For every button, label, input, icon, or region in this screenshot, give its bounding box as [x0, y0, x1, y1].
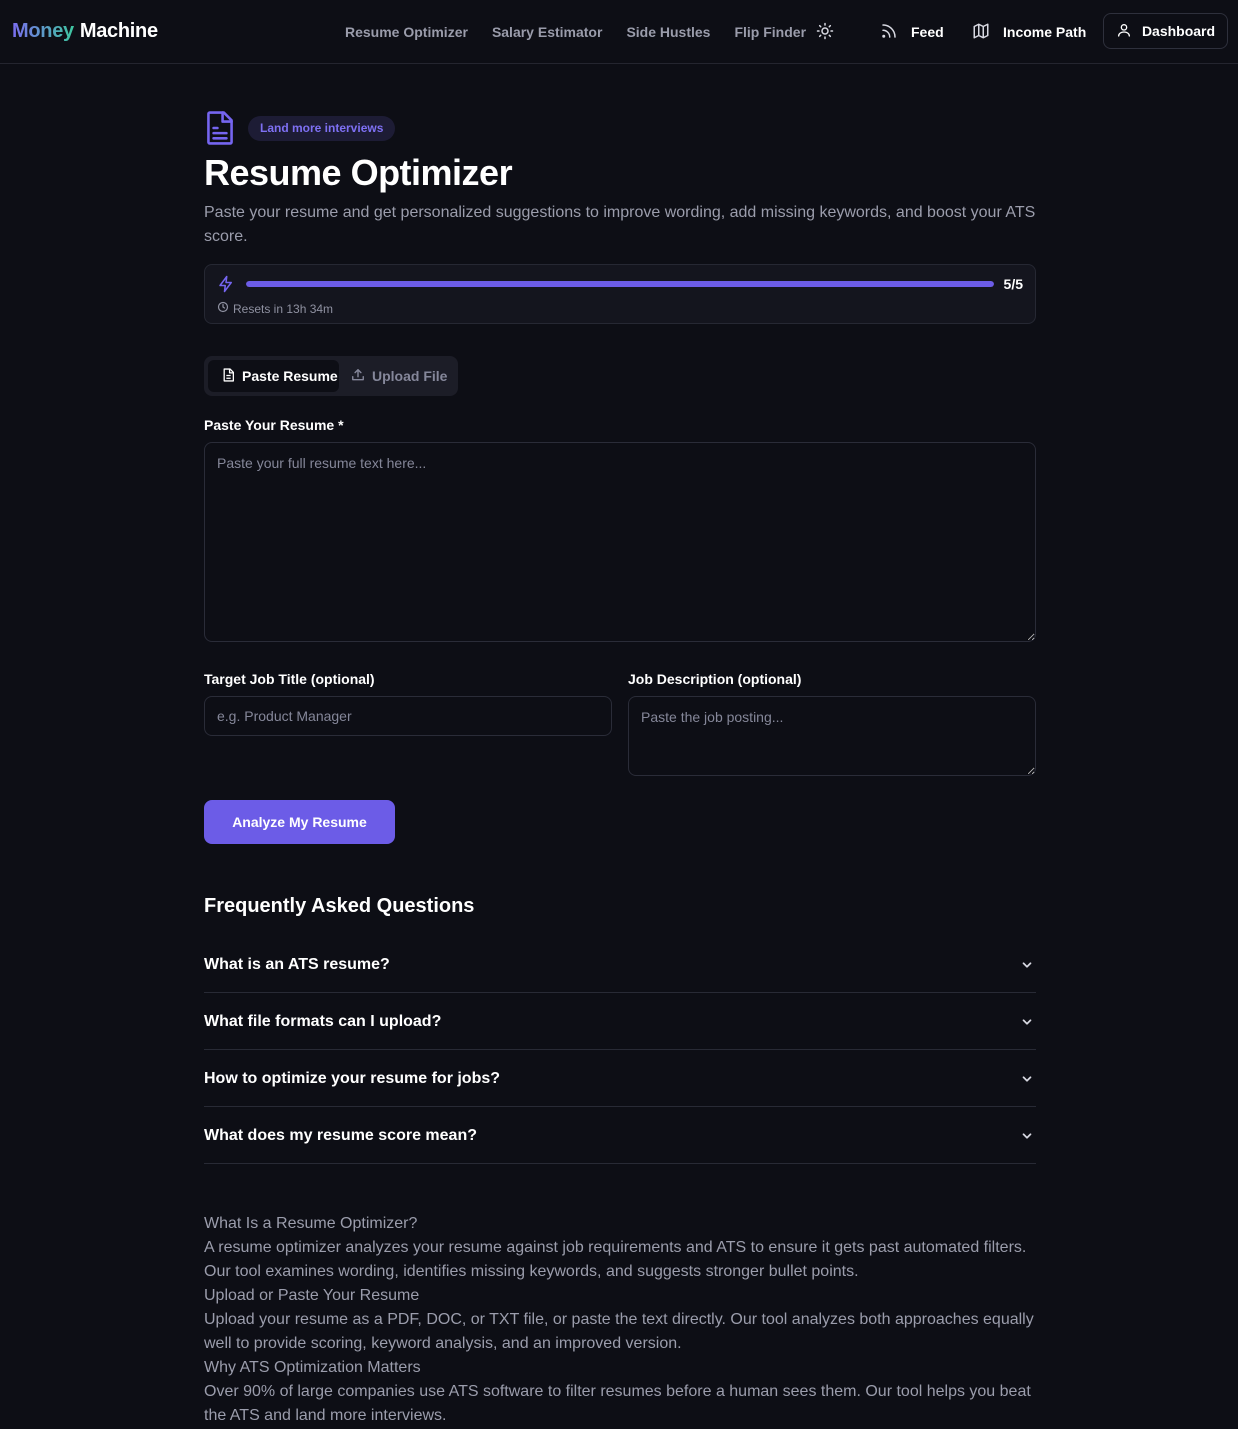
- job-title-label: Target Job Title (optional): [204, 671, 375, 687]
- tab-paste-label: Paste Resume: [242, 368, 338, 384]
- info-section: What Is a Resume Optimizer? A resume opt…: [204, 1212, 1036, 1428]
- analyze-resume-button[interactable]: Analyze My Resume: [204, 800, 395, 844]
- nav-resume-optimizer[interactable]: Resume Optimizer: [345, 24, 468, 40]
- document-icon: [204, 110, 236, 146]
- job-description-label: Job Description (optional): [628, 671, 802, 687]
- main-nav: Resume Optimizer Salary Estimator Side H…: [345, 0, 830, 64]
- faq-title: Frequently Asked Questions: [204, 895, 475, 917]
- chevron-down-icon: [1020, 1072, 1034, 1086]
- nav-salary-estimator[interactable]: Salary Estimator: [492, 24, 603, 40]
- dashboard-label: Dashboard: [1141, 23, 1216, 39]
- page-subtitle: Paste your resume and get personalized s…: [204, 204, 1036, 245]
- reset-text: Resets in 13h 34m: [233, 301, 334, 316]
- hero-badge: Land more interviews: [248, 116, 396, 141]
- map-icon: [972, 22, 990, 43]
- faq-item[interactable]: What file formats can I upload?: [204, 993, 1036, 1050]
- faq-question: What does my resume score mean?: [204, 1126, 477, 1144]
- chevron-down-icon: [1020, 1129, 1034, 1143]
- feed-button[interactable]: Feed: [880, 0, 944, 64]
- resume-textarea[interactable]: [204, 442, 1036, 642]
- nav-side-hustles[interactable]: Side Hustles: [626, 24, 710, 40]
- rss-icon: [880, 22, 898, 43]
- tab-paste-resume[interactable]: Paste Resume: [208, 360, 339, 392]
- faq-item[interactable]: What is an ATS resume?: [204, 936, 1036, 993]
- info-heading: Why ATS Optimization Matters: [204, 1359, 421, 1376]
- upload-icon: [351, 368, 365, 385]
- input-mode-tabs: Paste Resume Upload File: [204, 356, 458, 396]
- faq-question: What is an ATS resume?: [204, 955, 390, 973]
- clock-icon: [217, 301, 229, 316]
- info-body: Upload your resume as a PDF, DOC, or TXT…: [204, 1311, 1034, 1352]
- faq-question: What file formats can I upload?: [204, 1012, 442, 1030]
- feed-label: Feed: [911, 24, 944, 40]
- job-description-textarea[interactable]: [628, 696, 1036, 776]
- logo[interactable]: Money Machine: [12, 20, 158, 43]
- faq-list: What is an ATS resume? What file formats…: [204, 936, 1036, 1164]
- faq-item[interactable]: What does my resume score mean?: [204, 1107, 1036, 1164]
- lightning-icon: [217, 275, 235, 293]
- faq-item[interactable]: How to optimize your resume for jobs?: [204, 1050, 1036, 1107]
- tab-upload-file[interactable]: Upload File: [339, 360, 459, 392]
- info-body: A resume optimizer analyzes your resume …: [204, 1239, 1027, 1280]
- info-heading: Upload or Paste Your Resume: [204, 1287, 420, 1304]
- faq-question: How to optimize your resume for jobs?: [204, 1069, 501, 1087]
- info-heading: What Is a Resume Optimizer?: [204, 1215, 418, 1232]
- page-title: Resume Optimizer: [204, 152, 513, 193]
- user-icon: [1116, 22, 1132, 41]
- resume-label: Paste Your Resume *: [204, 417, 344, 433]
- job-title-input[interactable]: [204, 696, 612, 736]
- logo-machine: Machine: [79, 20, 158, 42]
- income-path-button[interactable]: Income Path: [972, 0, 1086, 64]
- usage-meter: 5/5 Resets in 13h 34m: [204, 264, 1036, 324]
- top-navigation-bar: Money Machine Resume Optimizer Salary Est…: [0, 0, 1238, 64]
- sun-icon[interactable]: [816, 22, 834, 40]
- chevron-down-icon: [1020, 958, 1034, 972]
- usage-progress-track: [246, 281, 994, 287]
- nav-flip-finder[interactable]: Flip Finder: [734, 24, 806, 40]
- chevron-down-icon: [1020, 1015, 1034, 1029]
- logo-money: Money: [12, 20, 74, 42]
- tab-upload-label: Upload File: [372, 368, 448, 384]
- usage-reset: Resets in 13h 34m: [217, 301, 333, 316]
- usage-count: 5/5: [1003, 276, 1023, 292]
- income-path-label: Income Path: [1003, 24, 1087, 40]
- file-text-icon: [222, 367, 235, 385]
- dashboard-button[interactable]: Dashboard: [1103, 13, 1228, 49]
- usage-progress-fill: [246, 281, 994, 287]
- info-body: Over 90% of large companies use ATS soft…: [204, 1383, 1031, 1424]
